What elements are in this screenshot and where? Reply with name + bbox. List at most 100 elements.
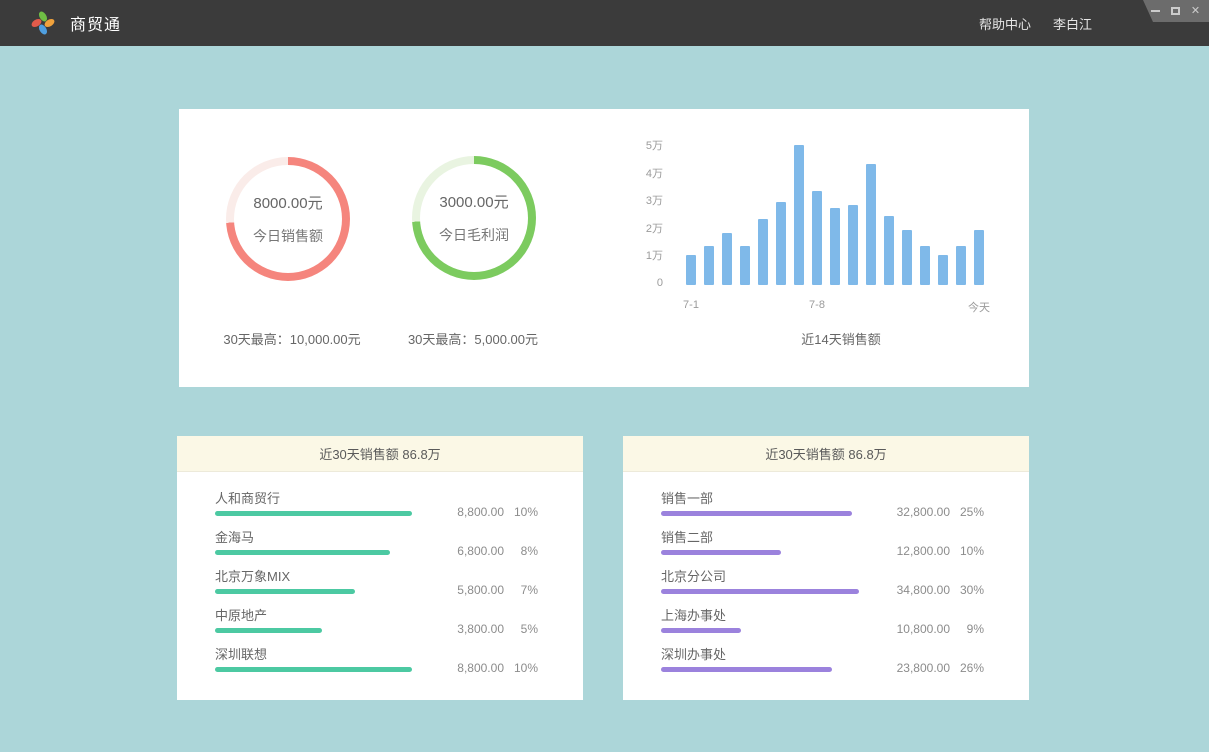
y-axis-label: 3万 — [646, 192, 663, 208]
ranking-row-percent: 5% — [504, 622, 538, 636]
ranking-row-percent: 8% — [504, 544, 538, 558]
ranking-row-bar — [215, 550, 390, 555]
ranking-row-bar — [661, 550, 781, 555]
ranking-row-amount: 3,800.00 — [440, 622, 504, 636]
y-axis-label: 5万 — [646, 137, 663, 153]
today-profit-donut: 3000.00元 今日毛利润 — [412, 156, 536, 280]
ranking-row-values: 8,800.0010% — [440, 661, 538, 675]
ranking-row-percent: 26% — [950, 661, 984, 675]
ranking-row-bar — [661, 589, 859, 594]
today-sales-label: 今日销售额 — [253, 226, 323, 246]
x-axis-label: 今天 — [968, 299, 990, 315]
ranking-row-percent: 10% — [504, 661, 538, 675]
help-center-link[interactable]: 帮助中心 — [979, 14, 1031, 33]
ranking-row-percent: 10% — [504, 505, 538, 519]
maximize-button[interactable] — [1170, 6, 1181, 17]
ranking-row-bar — [661, 667, 832, 672]
y-axis-label: 2万 — [646, 220, 663, 236]
today-sales-value: 8000.00元 — [253, 192, 322, 213]
ranking-row-values: 34,800.0030% — [886, 583, 984, 597]
ranking-row-amount: 6,800.00 — [440, 544, 504, 558]
ranking-row-name: 人和商贸行 — [215, 488, 280, 507]
ranking-row-values: 23,800.0026% — [886, 661, 984, 675]
minimize-button[interactable] — [1150, 6, 1161, 17]
ranking-row-name: 销售一部 — [661, 488, 713, 507]
ranking-row-name: 销售二部 — [661, 527, 713, 546]
summary-card: 8000.00元 今日销售额 30天最高：10,000.00元 3000.00元… — [179, 109, 1029, 387]
x-axis: 7-17-8今天 — [686, 299, 992, 315]
ranking-row: 北京万象MIX 5,800.007% — [215, 562, 538, 601]
ranking-row-percent: 10% — [950, 544, 984, 558]
ranking-row-name: 北京万象MIX — [215, 566, 290, 585]
ranking-row: 深圳联想 8,800.0010% — [215, 640, 538, 679]
bar — [776, 202, 786, 285]
customer-ranking-card: 近30天销售额 86.8万 人和商贸行8,800.0010%金海马6,800.0… — [177, 436, 583, 700]
ranking-row-bar — [215, 667, 412, 672]
ranking-row-amount: 5,800.00 — [440, 583, 504, 597]
ranking-row-bar — [661, 511, 852, 516]
ranking-row: 销售二部 12,800.0010% — [661, 523, 984, 562]
ranking-row-amount: 32,800.00 — [886, 505, 950, 519]
bar — [722, 233, 732, 285]
bar — [830, 208, 840, 285]
ranking-row: 人和商贸行 8,800.0010% — [215, 484, 538, 523]
ranking-row: 销售一部 32,800.0025% — [661, 484, 984, 523]
profit-30day-max: 30天最高：5,000.00元 — [363, 329, 583, 348]
today-profit-value: 3000.00元 — [439, 191, 508, 212]
bar — [884, 216, 894, 285]
x-axis-label: 7-1 — [683, 299, 699, 311]
user-menu[interactable]: 李白江 — [1053, 14, 1092, 33]
ranking-row-percent: 7% — [504, 583, 538, 597]
app-title: 商贸通 — [70, 11, 121, 35]
bar — [974, 230, 984, 285]
ranking-row: 上海办事处10,800.009% — [661, 601, 984, 640]
customer-ranking-title: 近30天销售额 86.8万 — [177, 436, 583, 472]
bar-chart-title: 近14天销售额 — [686, 329, 996, 348]
department-ranking-body: 销售一部 32,800.0025% 销售二部 12,800.0010% 北京分公司 34,… — [623, 472, 1029, 679]
department-ranking-title: 近30天销售额 86.8万 — [623, 436, 1029, 472]
bar — [848, 205, 858, 285]
ranking-row-bar — [661, 628, 741, 633]
ranking-row-bar — [215, 589, 355, 594]
y-axis-label: 0 — [657, 277, 663, 289]
ranking-row-values: 8,800.0010% — [440, 505, 538, 519]
y-axis: 5万4万3万2万1万0 — [583, 145, 663, 295]
bar — [866, 164, 876, 285]
customer-ranking-body: 人和商贸行8,800.0010%金海马6,800.008%北京万象MIX5,80… — [177, 472, 583, 679]
bar — [956, 246, 966, 285]
title-bar: 商贸通 帮助中心 李白江 ✕ — [0, 0, 1209, 46]
ranking-row-name: 中原地产 — [215, 605, 267, 624]
bar — [902, 230, 912, 285]
ranking-row-amount: 12,800.00 — [886, 544, 950, 558]
bar — [794, 145, 804, 285]
ranking-row-amount: 8,800.00 — [440, 661, 504, 675]
ranking-row-amount: 8,800.00 — [440, 505, 504, 519]
ranking-row-values: 32,800.0025% — [886, 505, 984, 519]
ranking-row-name: 金海马 — [215, 527, 254, 546]
ranking-row-amount: 10,800.00 — [886, 622, 950, 636]
close-button[interactable]: ✕ — [1190, 6, 1201, 17]
ranking-row-values: 5,800.007% — [440, 583, 538, 597]
bar-series — [686, 145, 992, 285]
ranking-row-values: 6,800.008% — [440, 544, 538, 558]
today-profit-label: 今日毛利润 — [439, 225, 509, 245]
y-axis-label: 1万 — [646, 247, 663, 263]
y-axis-label: 4万 — [646, 165, 663, 181]
ranking-row-name: 深圳联想 — [215, 644, 267, 663]
ranking-row-name: 北京分公司 — [661, 566, 726, 585]
today-sales-donut: 8000.00元 今日销售额 — [226, 157, 350, 281]
ranking-row: 北京分公司 34,800.0030% — [661, 562, 984, 601]
ranking-row-amount: 23,800.00 — [886, 661, 950, 675]
ranking-row-percent: 9% — [950, 622, 984, 636]
department-ranking-card: 近30天销售额 86.8万 销售一部 32,800.0025% 销售二部 12,800… — [623, 436, 1029, 700]
ranking-row: 中原地产 3,800.005% — [215, 601, 538, 640]
ranking-row-values: 3,800.005% — [440, 622, 538, 636]
bar — [758, 219, 768, 285]
app-logo-pinwheel-icon — [30, 10, 56, 36]
ranking-row-bar — [215, 511, 412, 516]
bar — [812, 191, 822, 285]
ranking-row-amount: 34,800.00 — [886, 583, 950, 597]
bar — [920, 246, 930, 285]
ranking-row-percent: 25% — [950, 505, 984, 519]
bar — [740, 246, 750, 285]
